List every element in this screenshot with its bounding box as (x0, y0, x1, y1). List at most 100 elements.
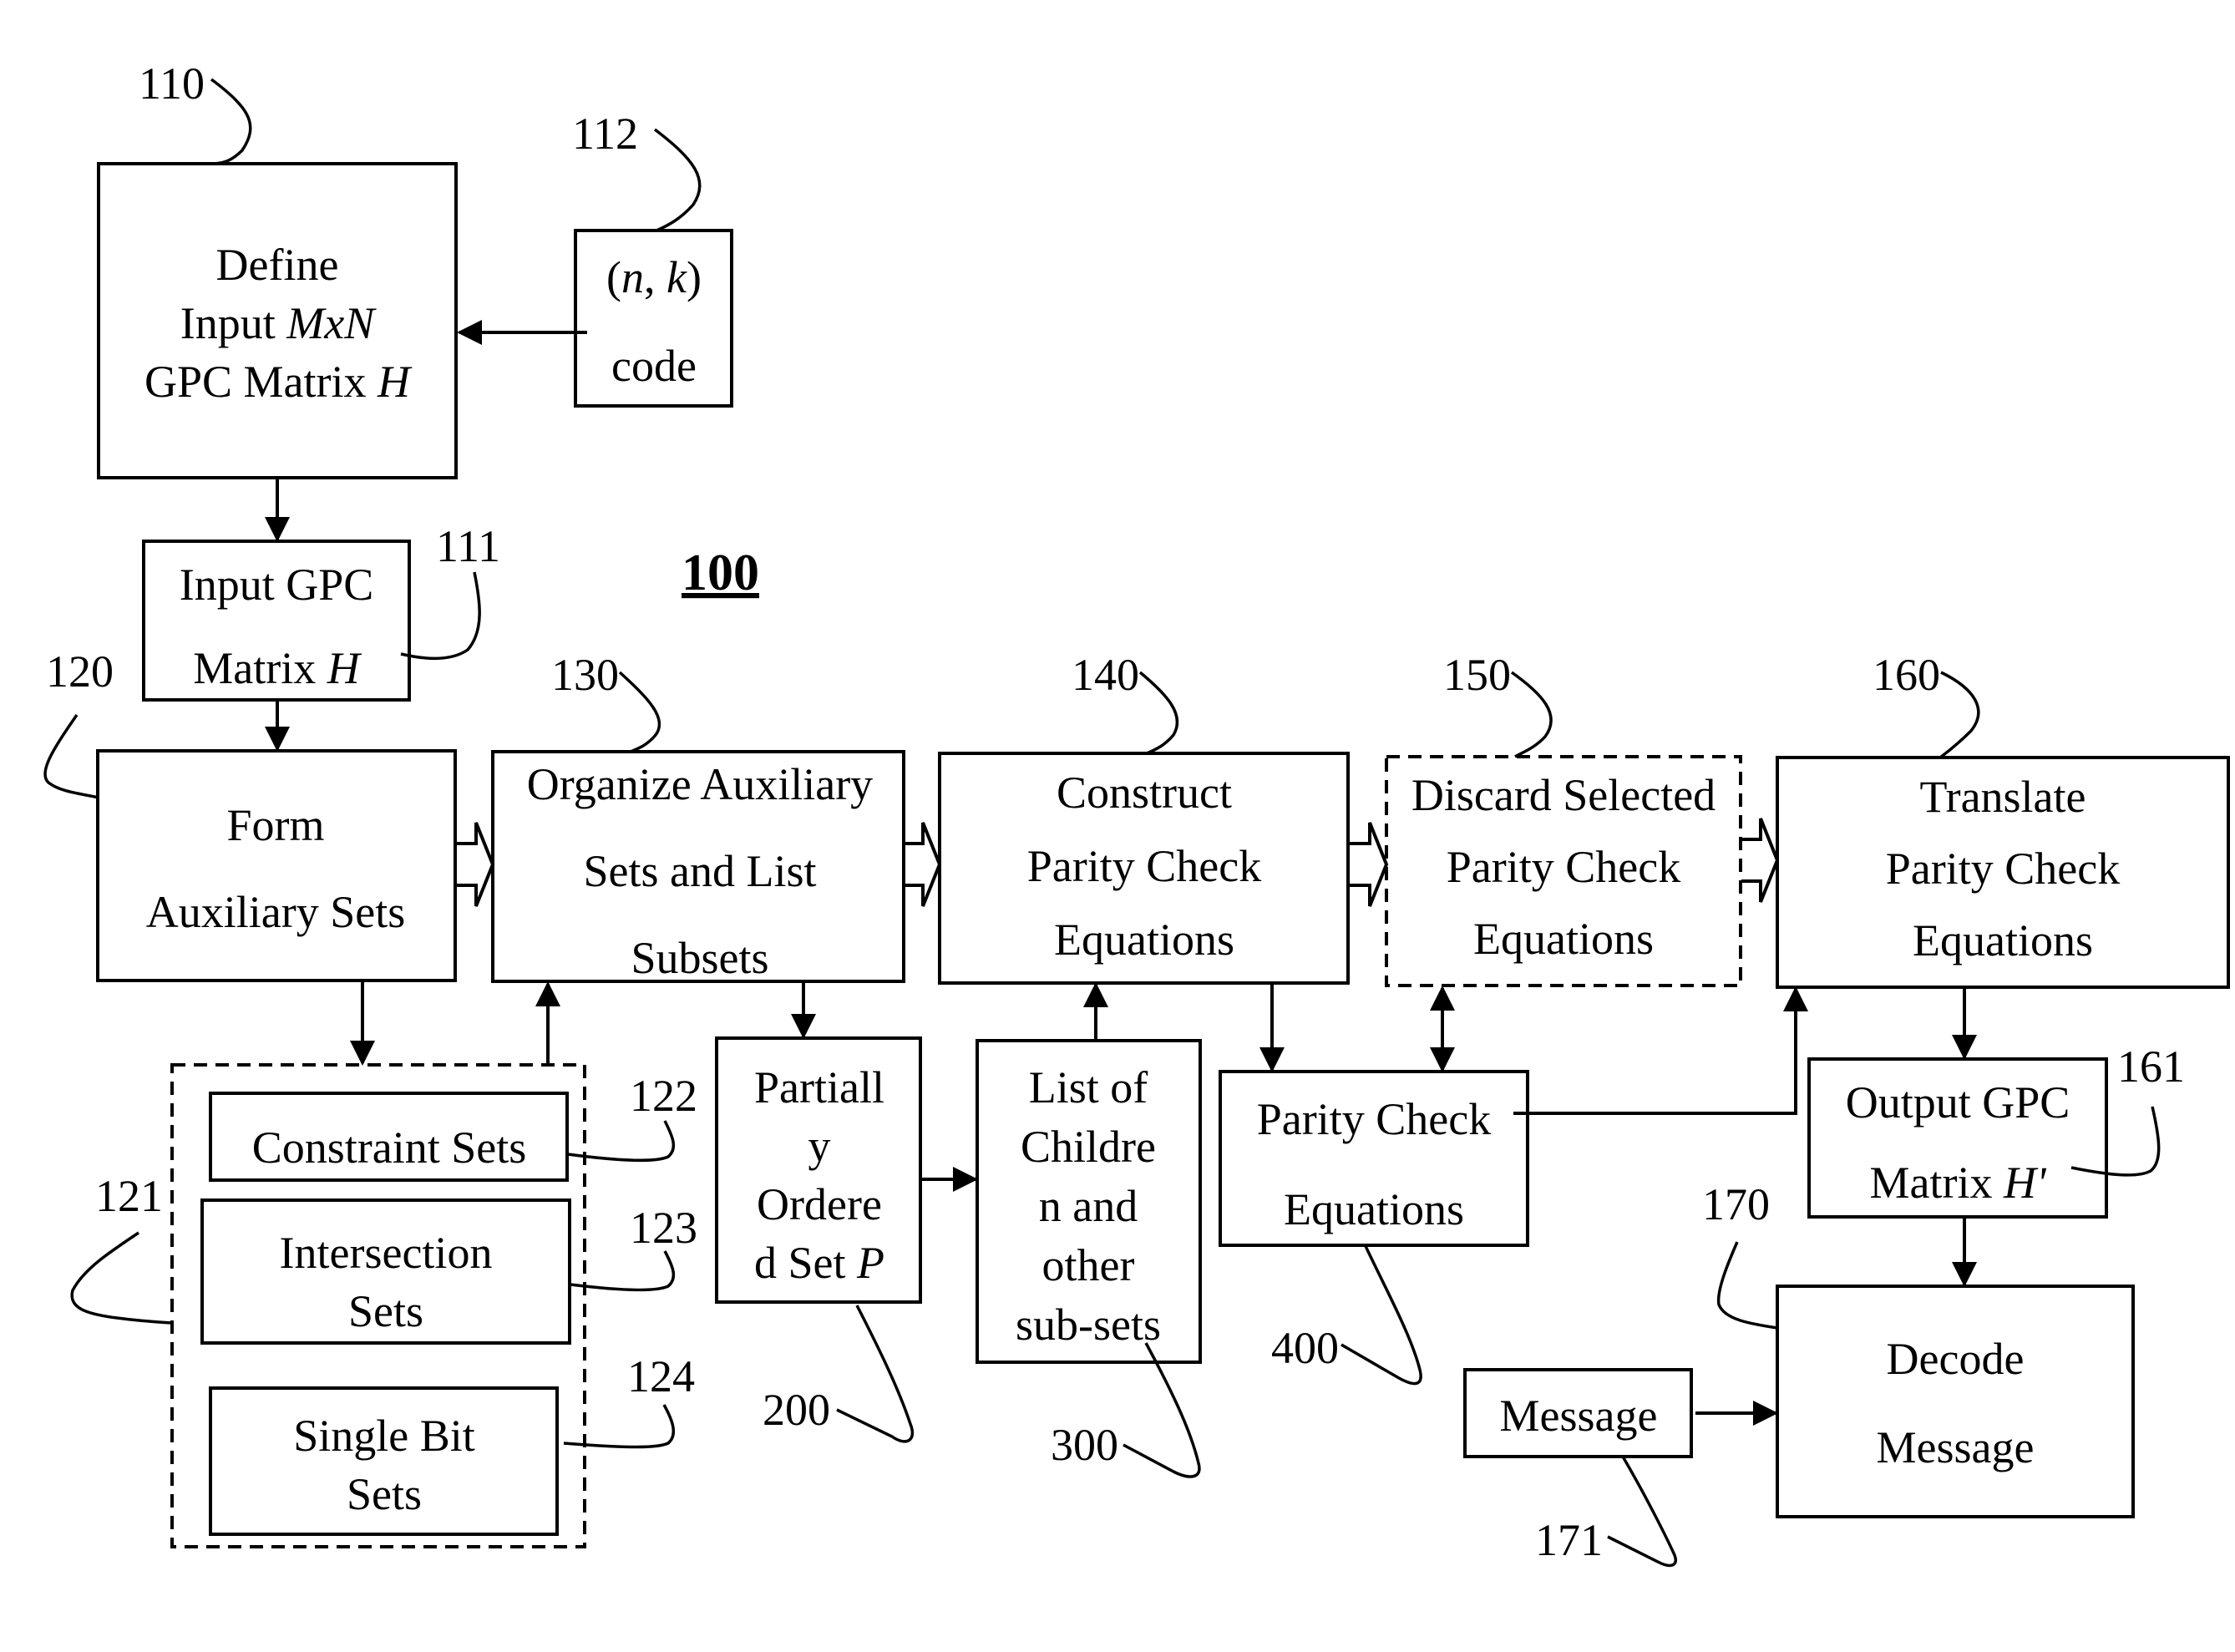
block-intersection-sets: Intersection Sets (200, 1198, 571, 1345)
block-children-list: List of Childre n and other sub-sets (976, 1039, 1202, 1364)
block-message: Message (1463, 1368, 1693, 1458)
ref-200: 200 (763, 1385, 830, 1435)
label-line: sub-sets (1016, 1300, 1161, 1350)
ref-160: 160 (1873, 650, 1940, 700)
ref-122: 122 (630, 1071, 697, 1121)
block-translate-label: Translate Parity Check Equations (1886, 772, 2120, 965)
label-line: GPC Matrix H (144, 357, 413, 407)
label-line: List of (1029, 1062, 1148, 1112)
label-line: Equations (1054, 915, 1234, 965)
ref-400: 400 (1271, 1323, 1339, 1373)
arrow-pc-equations-to-translate (1513, 986, 1808, 1115)
ref-140: 140 (1072, 650, 1139, 700)
block-arrow-form-to-organize (456, 822, 495, 907)
ref-111: 111 (436, 521, 500, 571)
label-line: Partiall (754, 1062, 884, 1112)
leader-130 (618, 671, 661, 753)
leader-120 (43, 714, 99, 799)
block-arrow-organize-to-construct (905, 822, 942, 907)
label-line: Ordere (757, 1179, 882, 1229)
label-line: Sets (348, 1286, 423, 1336)
leader-200 (836, 1305, 915, 1443)
block-discard-label: Discard Selected Parity Check Equations (1411, 770, 1716, 964)
leader-121 (70, 1231, 173, 1325)
label-line: Sets (347, 1469, 422, 1519)
label-line: Childre (1021, 1122, 1156, 1172)
label-line: Intersection (280, 1228, 493, 1278)
figure-number: 100 (682, 545, 759, 601)
leader-110 (210, 78, 252, 165)
ref-121: 121 (95, 1171, 163, 1221)
block-constraint-sets-label: Constraint Sets (252, 1122, 527, 1173)
ref-110: 110 (139, 58, 205, 109)
ref-161: 161 (2117, 1041, 2185, 1092)
label-line: Decode (1887, 1334, 2025, 1384)
ref-120: 120 (46, 646, 114, 697)
ref-150: 150 (1443, 650, 1511, 700)
leader-170 (1716, 1241, 1778, 1330)
block-code: (n, k) code (574, 229, 733, 408)
label-line: Form (226, 800, 324, 850)
label-line: Discard Selected (1411, 770, 1716, 820)
label-line: Parity Check (1027, 841, 1261, 891)
label-line: Equations (1913, 915, 2093, 965)
label-line: Message (1877, 1422, 2035, 1472)
flowchart-diagram: 100 Define Input MxN GPC Matrix H (n, k) co… (43, 58, 2230, 1568)
ref-112: 112 (572, 109, 638, 159)
block-organize: Organize Auxiliary Sets and List Subsets (491, 750, 905, 983)
label-line: Translate (1920, 772, 2086, 822)
ref-130: 130 (551, 650, 619, 700)
block-input-matrix: Input GPC Matrix H (142, 540, 411, 702)
label-line: Output GPC (1846, 1077, 2070, 1128)
leader-400 (1340, 1245, 1422, 1386)
ref-124: 124 (627, 1351, 695, 1401)
block-constraint-sets: Constraint Sets (209, 1092, 569, 1182)
block-pc-equations: Parity Check Equations (1219, 1070, 1529, 1247)
block-decode: Decode Message (1776, 1285, 2135, 1518)
label-line: Equations (1284, 1184, 1464, 1234)
label-line: Parity Check (1447, 842, 1680, 892)
leader-111 (400, 571, 481, 661)
label-line: (n, k) (606, 252, 702, 302)
label-line: Auxiliary Sets (146, 887, 405, 937)
label-line: Subsets (631, 933, 768, 983)
block-message-label: Message (1500, 1391, 1658, 1441)
label-line: code (611, 341, 697, 391)
ref-300: 300 (1051, 1420, 1118, 1470)
ref-171: 171 (1535, 1515, 1603, 1565)
block-poset: Partiall y Ordere d Set P (715, 1036, 922, 1304)
label-line: Organize Auxiliary (527, 759, 873, 809)
block-construct: Construct Parity Check Equations (938, 752, 1350, 985)
label-line: y (808, 1121, 831, 1171)
block-construct-label: Construct Parity Check Equations (1027, 768, 1261, 965)
label-line: Construct (1057, 768, 1232, 818)
label-line: n and (1039, 1181, 1138, 1231)
leader-160 (1939, 671, 1980, 759)
label-line: Matrix H' (1869, 1158, 2046, 1208)
ref-170: 170 (1702, 1179, 1770, 1229)
block-form-aux: Form Auxiliary Sets (96, 749, 457, 982)
label-line: Matrix H (193, 643, 362, 693)
label-line: Constraint Sets (252, 1122, 527, 1173)
leader-171 (1607, 1456, 1677, 1568)
label-line: Sets and List (584, 846, 817, 896)
leader-140 (1138, 671, 1179, 755)
label-line: Message (1500, 1391, 1658, 1441)
block-output-matrix: Output GPC Matrix H' (1807, 1057, 2108, 1219)
leader-124 (563, 1404, 676, 1449)
label-line: Input MxN (180, 298, 377, 348)
leader-112 (653, 128, 702, 232)
leader-150 (1510, 671, 1553, 758)
label-line: d Set P (754, 1238, 884, 1288)
label-line: Equations (1473, 914, 1654, 964)
label-line: Parity Check (1886, 844, 2120, 894)
block-arrow-discard-to-translate (1741, 818, 1780, 903)
label-line: other (1042, 1240, 1135, 1290)
block-translate: Translate Parity Check Equations (1776, 756, 2230, 989)
block-arrow-construct-to-discard (1349, 822, 1389, 907)
label-line: Define (216, 240, 339, 290)
block-define-matrix: Define Input MxN GPC Matrix H (97, 162, 458, 479)
block-single-bit-sets: Single Bit Sets (209, 1386, 559, 1536)
block-discard: Discard Selected Parity Check Equations (1385, 755, 1742, 987)
label-line: Parity Check (1257, 1094, 1491, 1144)
